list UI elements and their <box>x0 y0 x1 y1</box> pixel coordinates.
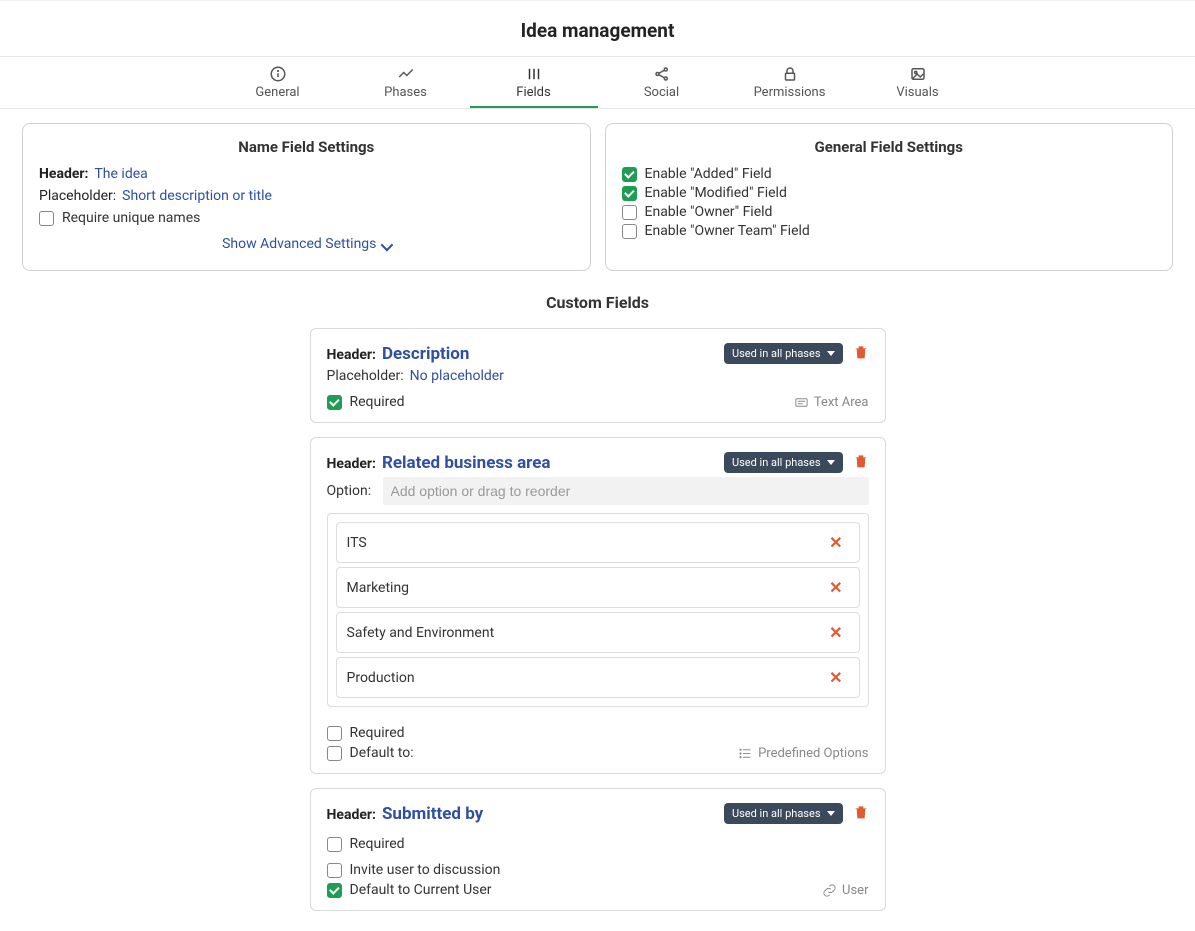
tab-label: General <box>255 85 299 100</box>
link-icon <box>822 883 837 898</box>
option-text: ITS <box>347 535 367 551</box>
enable-owner-checkbox[interactable] <box>622 205 637 220</box>
field-type-badge: Predefined Options <box>738 746 868 761</box>
trash-icon <box>853 344 869 360</box>
default-to-checkbox[interactable] <box>327 746 342 761</box>
unique-names-checkbox[interactable] <box>39 211 54 226</box>
enable-modified-label: Enable "Modified" Field <box>645 185 787 201</box>
options-list: ITS ✕ Marketing ✕ Safety and Environment… <box>327 513 869 707</box>
field-header-value[interactable]: Description <box>382 344 469 364</box>
tab-label: Visuals <box>896 85 938 100</box>
trash-icon <box>853 453 869 469</box>
required-label: Required <box>350 394 405 410</box>
chevron-down-icon <box>380 239 390 249</box>
custom-field-card: Header: Submitted by Used in all phases … <box>310 788 886 911</box>
invite-user-checkbox[interactable] <box>327 863 342 878</box>
tab-fields[interactable]: Fields <box>470 57 598 108</box>
header-label: Header: <box>39 166 88 182</box>
enable-added-label: Enable "Added" Field <box>645 166 772 182</box>
required-label: Required <box>350 836 405 852</box>
phase-pill-dropdown[interactable]: Used in all phases <box>724 803 843 824</box>
tab-phases[interactable]: Phases <box>342 57 470 108</box>
delete-field-button[interactable] <box>853 804 869 824</box>
enable-owner-team-label: Enable "Owner Team" Field <box>645 223 810 239</box>
trash-icon <box>853 804 869 820</box>
default-current-user-label: Default to Current User <box>350 882 492 898</box>
share-icon <box>653 65 671 83</box>
tabs-bar: General Phases Fields Social Permissions… <box>0 57 1195 109</box>
enable-owner-label: Enable "Owner" Field <box>645 204 773 220</box>
enable-added-checkbox[interactable] <box>622 167 637 182</box>
custom-field-card: Header: Description Used in all phases P… <box>310 328 886 423</box>
header-label: Header: <box>327 456 376 472</box>
caret-down-icon <box>827 460 835 465</box>
textarea-icon <box>794 395 809 410</box>
remove-option-button[interactable]: ✕ <box>823 533 848 552</box>
field-header-value[interactable]: Related business area <box>382 453 551 473</box>
placeholder-label: Placeholder: <box>39 188 116 204</box>
phase-pill-dropdown[interactable]: Used in all phases <box>724 343 843 364</box>
required-label: Required <box>350 725 405 741</box>
required-checkbox[interactable] <box>327 395 342 410</box>
show-advanced-settings-link[interactable]: Show Advanced Settings <box>39 236 574 252</box>
option-text: Marketing <box>347 580 410 596</box>
add-option-input[interactable] <box>383 477 869 505</box>
lock-icon <box>781 65 799 83</box>
placeholder-label: Placeholder: <box>327 368 404 384</box>
header-label: Header: <box>327 807 376 823</box>
placeholder-value[interactable]: No placeholder <box>410 368 504 384</box>
required-checkbox[interactable] <box>327 837 342 852</box>
custom-fields-title: Custom Fields <box>0 293 1195 312</box>
header-label: Header: <box>327 347 376 363</box>
field-header-value[interactable]: Submitted by <box>382 804 483 824</box>
remove-option-button[interactable]: ✕ <box>823 578 848 597</box>
enable-owner-team-checkbox[interactable] <box>622 224 637 239</box>
image-icon <box>909 65 927 83</box>
required-checkbox[interactable] <box>327 726 342 741</box>
default-to-label: Default to: <box>350 745 414 761</box>
list-icon <box>738 746 753 761</box>
enable-modified-checkbox[interactable] <box>622 186 637 201</box>
panel-title: Name Field Settings <box>39 138 574 156</box>
tab-label: Permissions <box>754 85 826 100</box>
tab-social[interactable]: Social <box>598 57 726 108</box>
delete-field-button[interactable] <box>853 453 869 473</box>
unique-names-label: Require unique names <box>62 210 200 226</box>
field-type-badge: User <box>822 883 868 898</box>
option-item[interactable]: Marketing ✕ <box>336 567 860 608</box>
option-item[interactable]: Production ✕ <box>336 657 860 698</box>
panel-title: General Field Settings <box>622 138 1157 156</box>
tab-label: Fields <box>516 85 550 100</box>
delete-field-button[interactable] <box>853 344 869 364</box>
remove-option-button[interactable]: ✕ <box>823 668 848 687</box>
tab-label: Phases <box>384 85 427 100</box>
general-field-settings-panel: General Field Settings Enable "Added" Fi… <box>605 123 1174 271</box>
name-field-settings-panel: Name Field Settings Header: The idea Pla… <box>22 123 591 271</box>
option-item[interactable]: ITS ✕ <box>336 522 860 563</box>
invite-user-label: Invite user to discussion <box>350 862 501 878</box>
option-label: Option: <box>327 483 377 499</box>
tab-visuals[interactable]: Visuals <box>854 57 982 108</box>
default-current-user-checkbox[interactable] <box>327 883 342 898</box>
page-title: Idea management <box>0 0 1195 57</box>
custom-field-card: Header: Related business area Used in al… <box>310 437 886 774</box>
tab-general[interactable]: General <box>214 57 342 108</box>
trend-icon <box>397 65 415 83</box>
tab-permissions[interactable]: Permissions <box>726 57 854 108</box>
placeholder-value[interactable]: Short description or title <box>122 188 272 204</box>
header-value[interactable]: The idea <box>94 166 147 182</box>
field-type-badge: Text Area <box>794 395 869 410</box>
caret-down-icon <box>827 811 835 816</box>
remove-option-button[interactable]: ✕ <box>823 623 848 642</box>
tab-label: Social <box>644 85 679 100</box>
option-text: Production <box>347 670 415 686</box>
option-item[interactable]: Safety and Environment ✕ <box>336 612 860 653</box>
columns-icon <box>525 65 543 83</box>
option-text: Safety and Environment <box>347 625 495 641</box>
phase-pill-dropdown[interactable]: Used in all phases <box>724 452 843 473</box>
info-icon <box>269 65 287 83</box>
caret-down-icon <box>827 351 835 356</box>
